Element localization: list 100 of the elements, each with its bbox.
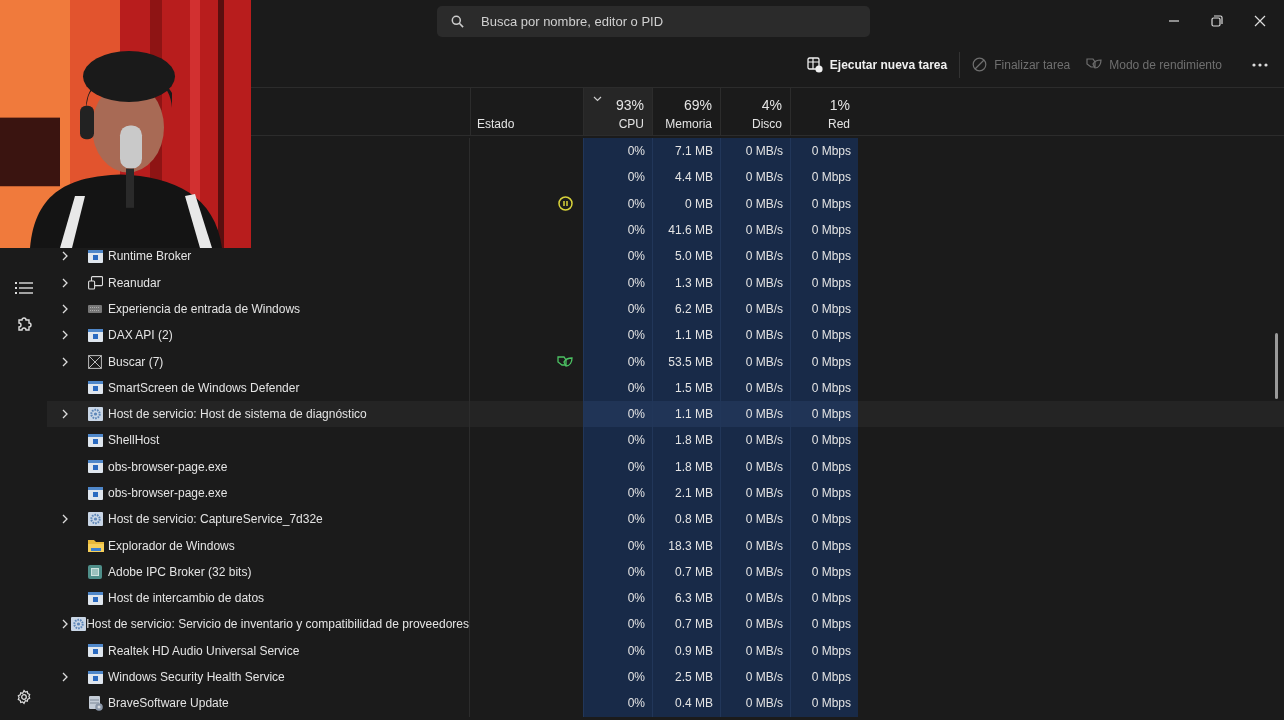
column-header[interactable]: 69% Memoria — [652, 88, 720, 135]
settings-icon[interactable] — [15, 689, 32, 705]
network-cell: 0 Mbps — [790, 637, 858, 664]
disk-cell: 0 MB/s — [720, 295, 790, 323]
crossed-box-icon — [88, 354, 102, 369]
memory-cell: 53.5 MB — [652, 348, 720, 375]
expand-chevron-icon[interactable] — [62, 514, 68, 525]
network-cell: 0 Mbps — [790, 690, 858, 717]
column-header[interactable]: 1% Red — [790, 88, 858, 135]
column-header[interactable]: 93% CPU — [583, 88, 652, 135]
disk-cell: 0 MB/s — [720, 190, 790, 217]
cpu-cell: 0% — [583, 295, 652, 323]
block-icon — [972, 57, 988, 72]
app-icon — [88, 460, 103, 474]
process-name: Realtek HD Audio Universal Service — [108, 643, 300, 658]
app-icon — [88, 644, 103, 658]
cpu-cell: 0% — [583, 637, 652, 664]
memory-cell: 0 MB — [652, 190, 720, 217]
network-cell: 0 Mbps — [790, 243, 858, 270]
disk-cell: 0 MB/s — [720, 348, 790, 375]
memory-cell: 7.1 MB — [652, 138, 720, 165]
disk-cell: 0 MB/s — [720, 374, 790, 401]
memory-cell: 0.8 MB — [652, 506, 720, 533]
network-cell: 0 Mbps — [790, 427, 858, 454]
search-field[interactable]: Busca por nombre, editor o PID — [437, 5, 870, 37]
cpu-cell: 0% — [583, 190, 652, 217]
expand-chevron-icon[interactable] — [62, 619, 68, 630]
disk-cell: 0 MB/s — [720, 138, 790, 165]
more-icon[interactable] — [1252, 62, 1268, 67]
expand-chevron-icon[interactable] — [62, 251, 68, 262]
process-name: Host de intercambio de datos — [108, 591, 265, 606]
restore-icon[interactable] — [1211, 15, 1223, 27]
leaf-icon — [1086, 57, 1103, 72]
cpu-cell: 0% — [583, 400, 652, 428]
network-cell: 0 Mbps — [790, 532, 858, 559]
process-name: obs-browser-page.exe — [108, 459, 228, 474]
process-name: Experiencia de entrada de Windows — [108, 301, 301, 316]
gear-icon — [71, 617, 87, 632]
puzzle-icon[interactable] — [15, 317, 32, 333]
expand-chevron-icon[interactable] — [62, 672, 68, 683]
close-icon[interactable] — [1254, 15, 1266, 27]
memory-cell: 5.0 MB — [652, 243, 720, 270]
process-name: DAX API (2) — [108, 328, 173, 343]
cpu-cell: 0% — [583, 138, 652, 165]
process-name: Host de servicio: Host de sistema de diagnóstico — [108, 407, 367, 422]
network-cell: 0 Mbps — [790, 506, 858, 533]
cpu-cell: 0% — [583, 585, 652, 612]
disk-cell: 0 MB/s — [720, 400, 790, 428]
network-cell: 0 Mbps — [790, 400, 858, 428]
network-cell: 0 Mbps — [790, 611, 858, 638]
process-name: ShellHost — [108, 433, 160, 448]
memory-cell: 6.3 MB — [652, 585, 720, 612]
search-icon — [451, 14, 464, 28]
network-cell: 0 Mbps — [790, 558, 858, 586]
network-cell: 0 Mbps — [790, 216, 858, 244]
gear-icon — [88, 512, 103, 527]
cpu-cell: 0% — [583, 611, 652, 638]
cpu-cell: 0% — [583, 243, 652, 270]
disk-cell: 0 MB/s — [720, 453, 790, 480]
disk-cell: 0 MB/s — [720, 585, 790, 612]
memory-cell: 0.9 MB — [652, 637, 720, 664]
process-name: Host de servicio: Servicio de inventario y compatibilidad de proveedores — [86, 617, 469, 632]
command-button[interactable]: Ejecutar nueva tarea — [798, 52, 956, 77]
memory-cell: 4.4 MB — [652, 164, 720, 191]
process-name: Buscar (7) — [108, 354, 164, 369]
highlighted-row[interactable]: Host de servicio: Host de sistema de diagnóstico 0% 1.1 MB 0 MB/s 0 Mbps — [47, 400, 1284, 428]
expand-chevron-icon[interactable] — [62, 277, 68, 288]
network-cell: 0 Mbps — [790, 453, 858, 480]
disk-cell: 0 MB/s — [720, 611, 790, 638]
expand-chevron-icon[interactable] — [62, 409, 68, 420]
process-name: Runtime Broker — [108, 249, 192, 264]
sort-chevron-icon — [593, 96, 602, 102]
process-name: Adobe IPC Broker (32 bits) — [108, 564, 252, 579]
list-icon[interactable] — [14, 281, 33, 295]
memory-cell: 2.1 MB — [652, 479, 720, 507]
process-name: Windows Security Health Service — [108, 670, 285, 685]
keyboard-icon — [88, 304, 102, 313]
process-name: BraveSoftware Update — [108, 696, 229, 711]
memory-cell: 0.7 MB — [652, 558, 720, 586]
column-header[interactable]: 4% Disco — [720, 88, 790, 135]
network-cell: 0 Mbps — [790, 295, 858, 323]
expand-chevron-icon[interactable] — [62, 356, 68, 367]
network-cell: 0 Mbps — [790, 348, 858, 375]
disk-cell: 0 MB/s — [720, 322, 790, 349]
process-name: obs-browser-page.exe — [108, 486, 228, 500]
disk-cell: 0 MB/s — [720, 243, 790, 270]
network-cell: 0 Mbps — [790, 164, 858, 191]
expand-chevron-icon[interactable] — [62, 330, 68, 341]
expand-chevron-icon[interactable] — [62, 303, 68, 314]
window-icon — [88, 275, 103, 290]
app-icon — [88, 328, 103, 342]
memory-cell: 1.8 MB — [652, 453, 720, 480]
memory-cell: 1.8 MB — [652, 427, 720, 454]
network-cell: 0 Mbps — [790, 374, 858, 401]
cpu-cell: 0% — [583, 479, 652, 507]
process-name: Explorador de Windows — [108, 538, 235, 553]
app-icon — [88, 249, 103, 263]
cpu-cell: 0% — [583, 453, 652, 480]
scrollbar-thumb[interactable] — [1275, 333, 1278, 399]
process-name: SmartScreen de Windows Defender — [108, 380, 300, 395]
